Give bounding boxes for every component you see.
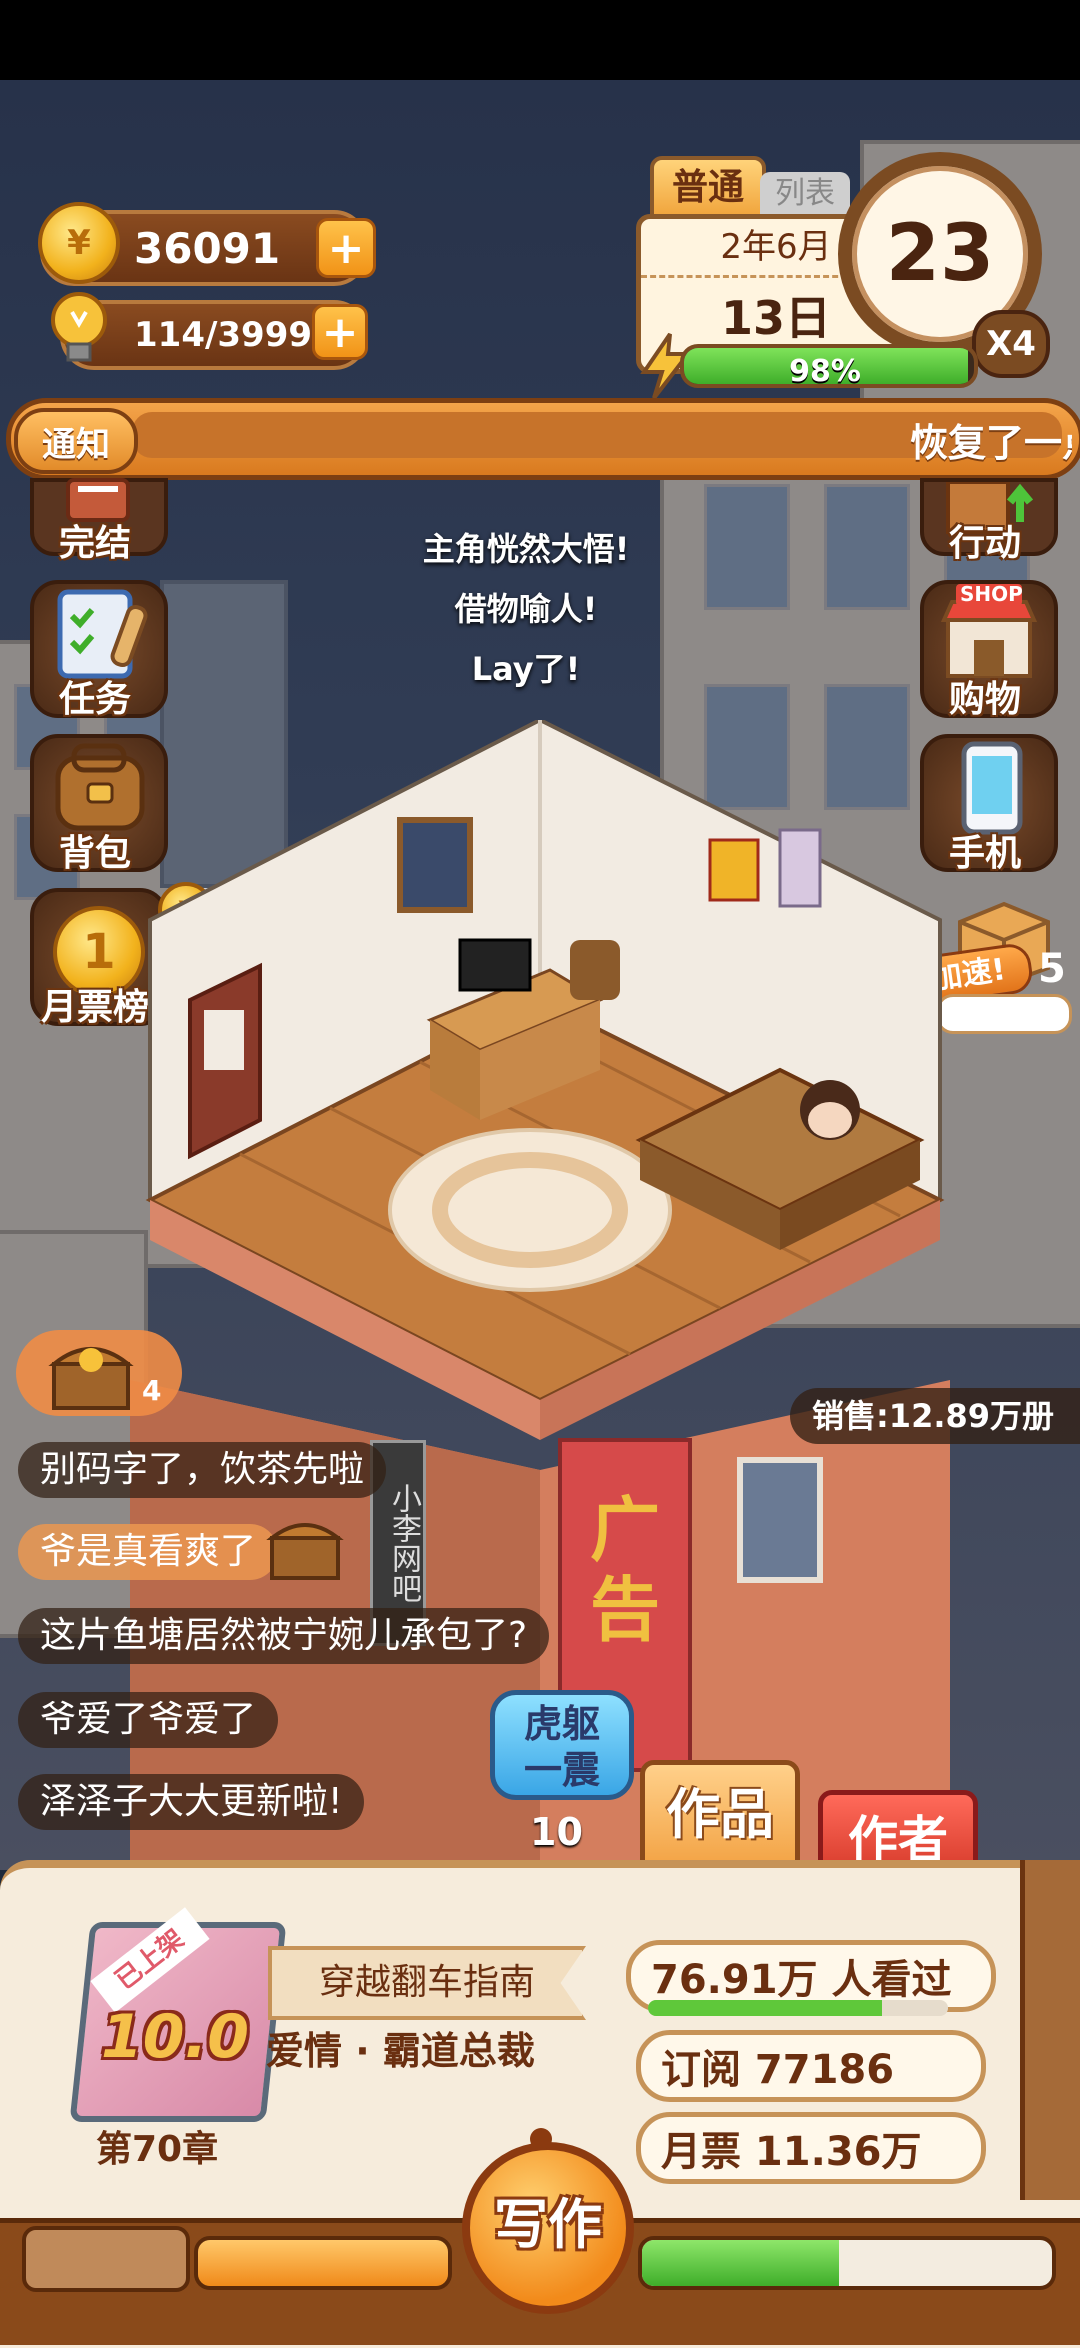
- book-score: 10.0: [100, 2002, 250, 2072]
- subscriptions-label: 订阅 77186: [661, 2047, 895, 2093]
- bottom-slot-left[interactable]: [22, 2226, 190, 2292]
- coin-amount: 36091: [134, 223, 281, 273]
- coin-icon: ¥: [38, 202, 120, 284]
- float-message: 主角恍然大悟!: [422, 530, 630, 568]
- treasure-chest-icon: [46, 1334, 136, 1418]
- lightbulb-icon: [44, 290, 114, 370]
- room-illustration[interactable]: [130, 717, 950, 1440]
- shake-label-line2: 一震: [523, 1748, 600, 1792]
- float-message: 借物喻人!: [454, 590, 598, 628]
- book-genre: 爱情 · 霸道总裁: [266, 2029, 535, 2073]
- notice-text: 恢复了一点: [910, 421, 1072, 465]
- views-progress-fill: [648, 2000, 882, 2016]
- energy-amount: 114/3999: [134, 315, 313, 355]
- views-progress-bar: [648, 2000, 948, 2016]
- write-pin-icon: [530, 2128, 552, 2150]
- float-message: Lay了!: [471, 650, 581, 688]
- add-coins-button[interactable]: +: [316, 218, 376, 278]
- right-progress-fill: [642, 2240, 839, 2286]
- speed-multiplier[interactable]: X4: [972, 310, 1050, 378]
- notice-tag: 通知: [14, 408, 138, 474]
- book-chapter: 第70章: [96, 2129, 219, 2170]
- chat-message: 别码字了，饮茶先啦: [18, 1442, 387, 1498]
- shake-label-line1: 虎躯: [523, 1702, 600, 1746]
- views-label: 76.91万 人看过: [651, 1957, 952, 2003]
- shop-sign: SHOP: [960, 582, 1023, 606]
- sidebar-label-action: 行动: [948, 523, 1021, 564]
- sidebar-label-tasks: 任务: [58, 679, 131, 720]
- mode-tab[interactable]: 普通: [650, 156, 766, 222]
- left-progress-fill: [198, 2240, 448, 2286]
- chat-message: 这片鱼塘居然被宁婉儿承包了?: [18, 1608, 550, 1664]
- notice-clip: 恢复了一点: [132, 408, 1072, 468]
- speedup-bar: [936, 994, 1072, 1034]
- sidebar-label-shop: 购物: [948, 679, 1021, 720]
- chat-message: 泽泽子大大更新啦!: [18, 1774, 365, 1830]
- sales-label: 销售:12.89万册: [790, 1388, 1080, 1444]
- chat-message: 爷爱了爷爱了: [18, 1692, 279, 1748]
- subscriptions-stat: 订阅 77186: [636, 2030, 986, 2102]
- chat-message: 爷是真看爽了: [18, 1524, 279, 1580]
- write-button[interactable]: 写作: [462, 2142, 634, 2314]
- right-progress-bar: [638, 2236, 1056, 2290]
- day-progress-label: 98%: [789, 354, 861, 389]
- chat-gift-icon: [266, 1512, 346, 1586]
- treasure-chest-button[interactable]: 4: [16, 1330, 182, 1416]
- speedup-count: 5: [1038, 946, 1066, 992]
- book-title: 穿越翻车指南: [268, 1946, 586, 2020]
- monthly-tickets-stat: 月票 11.36万: [636, 2112, 986, 2184]
- sidebar-label-finish: 完结: [58, 523, 131, 564]
- treasure-count: 4: [142, 1374, 162, 1407]
- left-progress-bar: [194, 2236, 452, 2290]
- add-energy-button[interactable]: +: [312, 304, 368, 360]
- shake-button[interactable]: 虎躯 一震: [490, 1690, 634, 1800]
- ad-banner-text: 广告: [590, 1489, 660, 1651]
- shake-count: 10: [530, 1810, 583, 1854]
- monthly-tickets-label: 月票 11.36万: [661, 2129, 922, 2175]
- mode-tab-hidden[interactable]: 列表: [760, 172, 850, 216]
- status-bar: [0, 0, 1080, 80]
